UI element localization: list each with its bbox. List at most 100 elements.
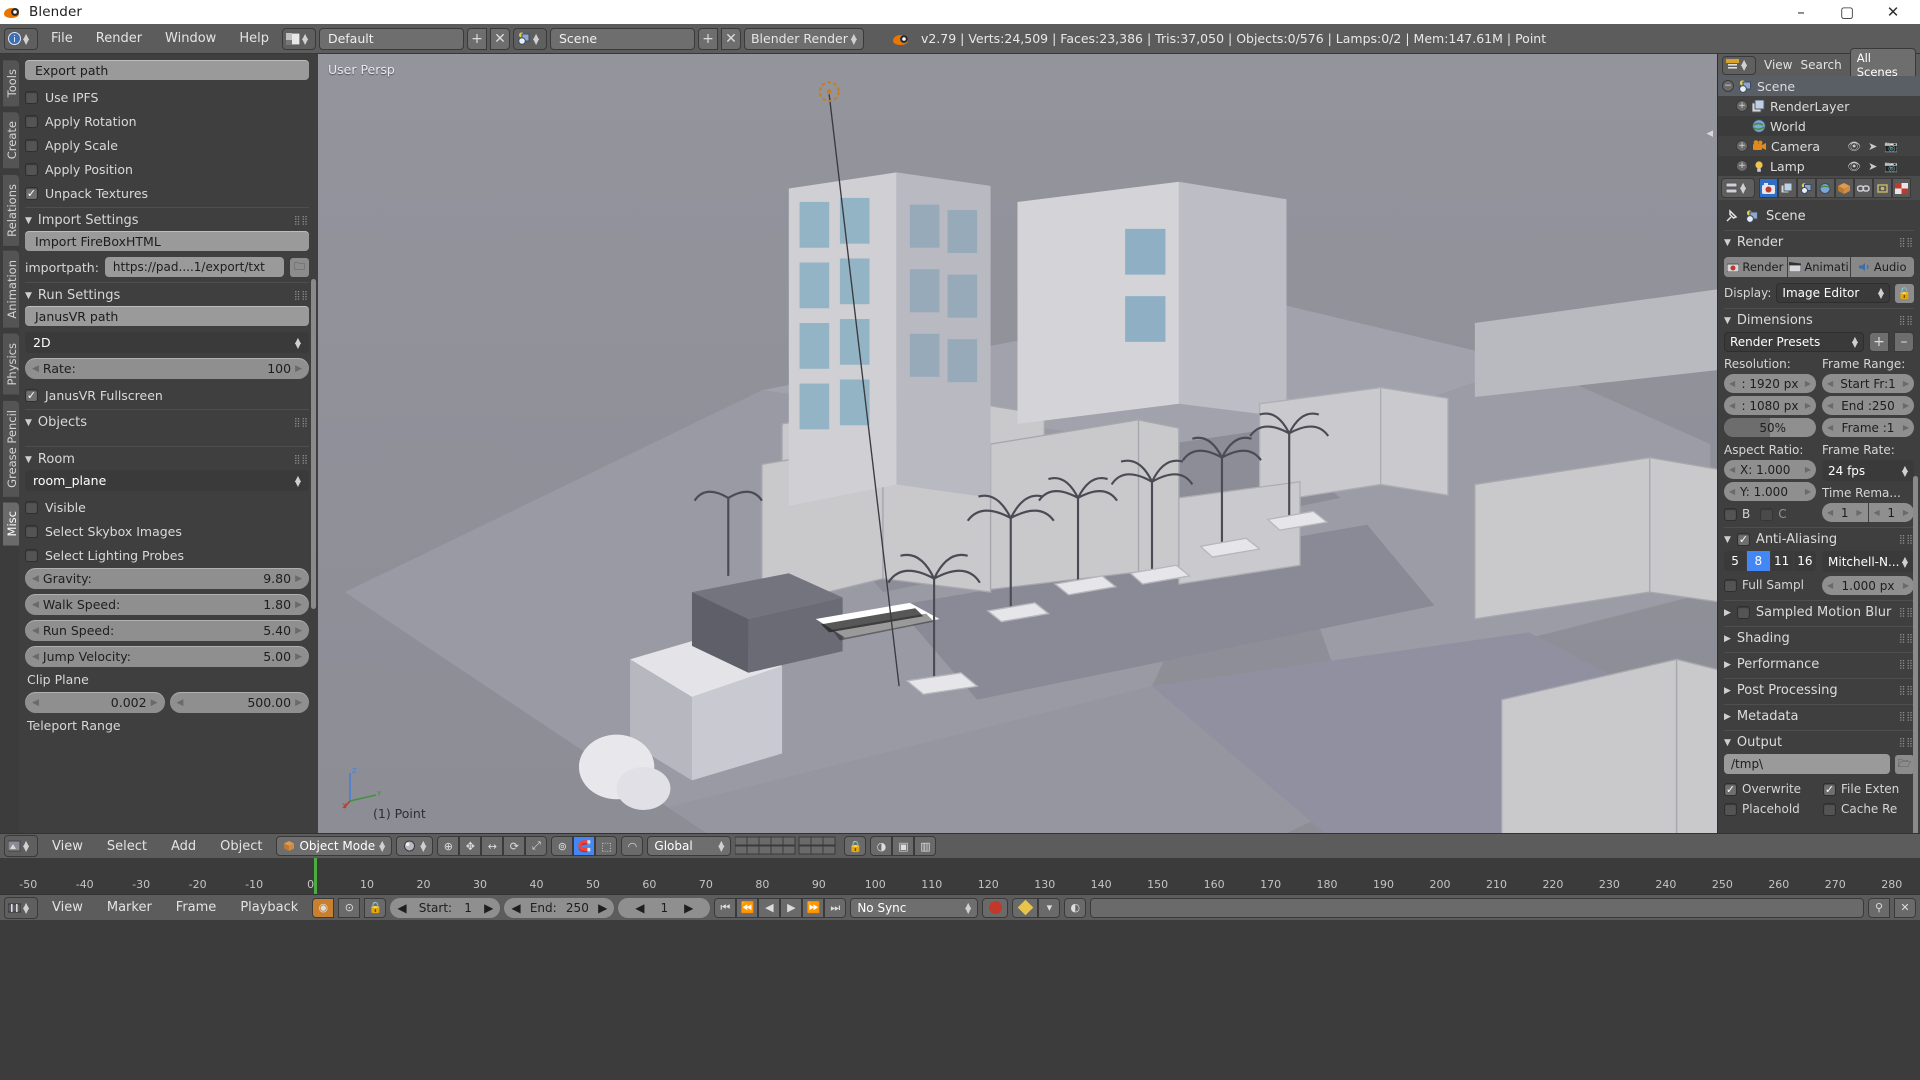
rate-slider[interactable]: ◀ Rate: 100 ▶ — [25, 358, 309, 379]
properties-tab-world[interactable] — [1816, 178, 1835, 198]
editor-type-selector-properties[interactable]: ▲▼ — [1721, 178, 1755, 198]
render-preview-icon[interactable]: ▣ — [892, 836, 914, 856]
right-arrow-icon[interactable]: ▶ — [1805, 465, 1811, 474]
tab-misc[interactable]: Misc — [3, 502, 19, 545]
checkbox-janusvr-fullscreen[interactable]: JanusVR Fullscreen — [25, 384, 309, 406]
viewport-menu-select[interactable]: Select — [97, 837, 157, 856]
right-arrow-icon[interactable]: ▶ — [598, 901, 607, 915]
clip-far-field[interactable]: ◀ 500.00 ▶ — [170, 692, 310, 713]
checkbox-box[interactable] — [1724, 579, 1737, 592]
checkbox-box[interactable] — [25, 501, 38, 514]
checkbox-cache-result[interactable]: Cache Re — [1823, 799, 1914, 819]
play-reverse-button[interactable]: ◀ — [758, 898, 780, 918]
importpath-input[interactable]: https://pad....1/export/txt — [105, 257, 284, 277]
left-arrow-icon[interactable]: ◀ — [1729, 401, 1735, 410]
aa-filter-dropdown[interactable]: Mitchell-N... ▲▼ — [1822, 551, 1914, 572]
previous-keyframe-button[interactable]: ⏪ — [736, 898, 758, 918]
timeline-filter-field[interactable] — [1090, 898, 1864, 918]
checkbox-file-extensions[interactable]: File Exten — [1823, 779, 1914, 799]
right-arrow-icon[interactable]: ▶ — [1903, 379, 1909, 388]
keyframe-dropdown-icon[interactable]: ▾ — [1038, 898, 1060, 918]
right-arrow-icon[interactable]: ▶ — [295, 600, 302, 610]
viewport-menu-view[interactable]: View — [42, 837, 93, 856]
visibility-eye-icon[interactable]: 👁 — [1847, 160, 1861, 173]
checkbox-box[interactable] — [1724, 508, 1737, 521]
time-remap-old-field[interactable]: ◀ 1 ▶ — [1822, 503, 1868, 522]
panel-header-room[interactable]: ▼ Room ⣿⣿ — [25, 446, 309, 470]
delete-layout-button[interactable]: ✕ — [490, 28, 510, 50]
expand-icon[interactable]: + — [1736, 140, 1748, 152]
left-arrow-icon[interactable]: ◀ — [32, 652, 39, 662]
viewport-menu-object[interactable]: Object — [210, 837, 272, 856]
auto-keyframe-icon[interactable]: ◉ — [312, 898, 334, 918]
right-arrow-icon[interactable]: ▶ — [295, 574, 302, 584]
checkbox-antialiasing[interactable] — [1737, 533, 1750, 546]
right-arrow-icon[interactable]: ▶ — [1903, 508, 1909, 517]
left-arrow-icon[interactable]: ◀ — [1729, 487, 1735, 496]
room-object-dropdown[interactable]: room_plane ▲▼ — [25, 470, 309, 491]
frame-start-field[interactable]: ◀ Start Fr:1 ▶ — [1822, 374, 1914, 393]
outliner-row-lamp[interactable]: + Lamp 👁 ➤ 📷 — [1718, 156, 1920, 176]
screen-layout-name[interactable]: Default — [319, 28, 464, 50]
left-arrow-icon[interactable]: ◀ — [1874, 508, 1880, 517]
left-arrow-icon[interactable]: ◀ — [635, 901, 644, 915]
panel-header-run-settings[interactable]: ▼ Run Settings ⣿⣿ — [25, 282, 309, 306]
aa-size-field[interactable]: ◀ 1.000 px ▶ — [1822, 576, 1914, 595]
checkbox-box[interactable] — [1724, 783, 1737, 796]
outliner-row-renderlayer[interactable]: + RenderLayer — [1718, 96, 1920, 116]
right-arrow-icon[interactable]: ▶ — [295, 364, 302, 374]
checkbox-border[interactable]: B — [1724, 504, 1750, 524]
right-arrow-icon[interactable]: ▶ — [1856, 508, 1862, 517]
filter-clear-icon[interactable]: ✕ — [1894, 898, 1916, 918]
aspect-y-field[interactable]: ◀ Y: 1.000 ▶ — [1724, 482, 1816, 501]
right-arrow-icon[interactable]: ▶ — [295, 626, 302, 636]
scene-render-icon[interactable]: ◑ — [870, 836, 892, 856]
folder-icon[interactable]: 🗁 — [1895, 755, 1914, 774]
run-speed-slider[interactable]: ◀ Run Speed: 5.40 ▶ — [25, 620, 309, 641]
aspect-x-field[interactable]: ◀ X: 1.000 ▶ — [1724, 460, 1816, 479]
properties-tab-texture[interactable] — [1892, 178, 1911, 198]
remove-preset-button[interactable]: – — [1894, 332, 1914, 352]
time-remap-new-field[interactable]: ◀ 1 ▶ — [1869, 503, 1915, 522]
timeline-menu-playback[interactable]: Playback — [230, 898, 308, 917]
keying-set-icon[interactable]: ⊙ — [338, 898, 360, 918]
checkbox-box[interactable] — [25, 549, 38, 562]
render-audio-button[interactable]: Audio — [1851, 257, 1914, 277]
editor-type-selector-outliner[interactable]: ▲▼ — [1722, 56, 1756, 75]
viewport-menu-add[interactable]: Add — [161, 837, 206, 856]
record-icon[interactable] — [982, 898, 1008, 918]
manipulator-scale-icon[interactable]: ⤢ — [525, 836, 547, 856]
left-arrow-icon[interactable]: ◀ — [32, 574, 39, 584]
checkbox-unpack-textures[interactable]: Unpack Textures — [25, 182, 309, 204]
panel-header-antialiasing[interactable]: ▼ Anti-Aliasing ⣿⣿ — [1724, 527, 1914, 551]
frame-step-field[interactable]: ◀ Frame :1 ▶ — [1822, 418, 1914, 437]
outliner-row-camera[interactable]: + Camera 👁 ➤ 📷 — [1718, 136, 1920, 156]
checkbox-box[interactable] — [25, 139, 38, 152]
render-engine-selector[interactable]: Blender Render ▲▼ — [744, 28, 864, 50]
3d-viewport[interactable]: User Persp (1) Point ◂ Z Y X — [318, 54, 1717, 833]
play-button[interactable]: ▶ — [780, 898, 802, 918]
snap-target-icon[interactable]: ⊚ — [551, 836, 573, 856]
menu-file[interactable]: File — [41, 29, 83, 48]
walk-speed-slider[interactable]: ◀ Walk Speed: 1.80 ▶ — [25, 594, 309, 615]
tab-create[interactable]: Create — [3, 112, 19, 168]
lock-camera-icon[interactable]: 🔒 — [844, 836, 866, 856]
add-scene-button[interactable]: + — [698, 28, 718, 50]
screen-layout-icon-selector[interactable]: ▲▼ — [282, 28, 316, 50]
collapse-icon[interactable]: − — [1722, 80, 1734, 92]
panel-header-metadata[interactable]: ▶ Metadata ⣿⣿ — [1724, 704, 1914, 728]
folder-icon[interactable]: 🗀 — [290, 258, 309, 277]
panel-header-post-processing[interactable]: ▶ Post Processing ⣿⣿ — [1724, 678, 1914, 702]
resolution-y-field[interactable]: ◀ : 1080 px ▶ — [1724, 396, 1816, 415]
right-arrow-icon[interactable]: ▶ — [1903, 401, 1909, 410]
frame-rate-dropdown[interactable]: 24 fps ▲▼ — [1822, 460, 1914, 481]
panel-header-render[interactable]: ▼ Render ⣿⣿ — [1724, 230, 1914, 254]
keyframe-icon[interactable] — [1012, 898, 1038, 918]
filter-icon[interactable]: ⚲ — [1868, 898, 1890, 918]
tab-relations[interactable]: Relations — [3, 175, 19, 246]
scene-browse-selector[interactable]: ▲▼ — [513, 28, 547, 50]
outliner-row-world[interactable]: World — [1718, 116, 1920, 136]
left-arrow-icon[interactable]: ◀ — [32, 364, 39, 374]
transform-orientation-dropdown[interactable]: Global ▲▼ — [647, 836, 731, 856]
onion-skin-icon[interactable]: ◐ — [1064, 898, 1086, 918]
